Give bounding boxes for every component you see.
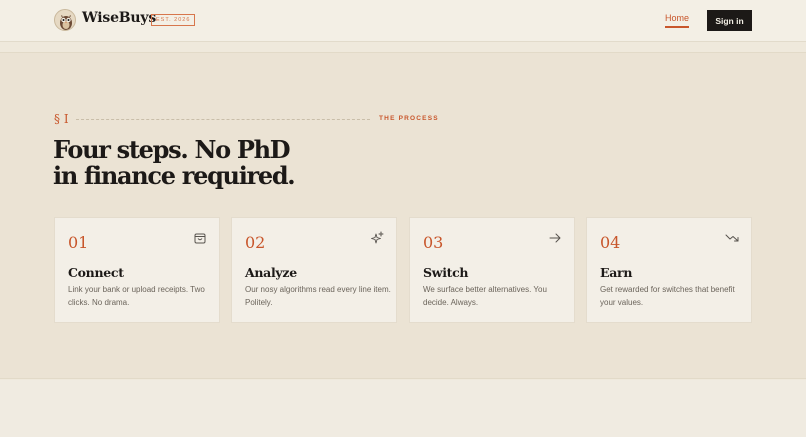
headline-line-2: in finance required. xyxy=(53,161,296,190)
trending-down-icon xyxy=(725,234,739,242)
active-nav-underline xyxy=(665,26,689,28)
step-title: Analyze xyxy=(245,265,297,280)
brand-name[interactable]: WiseBuys xyxy=(82,10,156,26)
step-description: Get rewarded for switches that benefit y… xyxy=(600,285,735,307)
nav-link-home[interactable]: Home xyxy=(665,13,689,23)
step-card-connect: 01 Connect Link your bank or upload rece… xyxy=(54,217,220,323)
section-divider xyxy=(76,119,370,120)
section-headline: Four steps. No PhD in finance required. xyxy=(53,137,373,189)
owl-logo-icon[interactable] xyxy=(54,9,76,31)
step-description: We surface better alternatives. You deci… xyxy=(423,285,547,307)
step-title: Switch xyxy=(423,265,469,280)
step-title: Earn xyxy=(600,265,633,280)
step-number: 01 xyxy=(68,233,89,252)
step-title: Connect xyxy=(68,265,124,280)
step-number: 02 xyxy=(245,233,266,252)
step-description: Our nosy algorithms read every line item… xyxy=(245,285,391,307)
next-section-band xyxy=(0,380,806,437)
step-description: Link your bank or upload receipts. Two c… xyxy=(68,285,205,307)
section-label: THE PROCESS xyxy=(379,115,439,122)
headline-line-1: Four steps. No PhD xyxy=(53,135,291,164)
step-card-switch: 03 Switch We surface better alternatives… xyxy=(409,217,575,323)
top-nav-bar: WiseBuys EST. 2026 Home Sign in xyxy=(0,0,806,42)
step-number: 04 xyxy=(600,233,621,252)
shopping-bag-icon xyxy=(194,233,206,244)
section-number: § I xyxy=(54,112,69,126)
established-badge: EST. 2026 xyxy=(151,14,196,26)
step-card-analyze: 02 Analyze Our nosy algorithms read ever… xyxy=(231,217,397,323)
sign-in-button[interactable]: Sign in xyxy=(707,10,752,31)
process-section xyxy=(0,52,806,379)
sparkles-icon xyxy=(371,231,384,244)
step-number: 03 xyxy=(423,233,444,252)
arrow-right-icon xyxy=(549,233,561,243)
step-card-earn: 04 Earn Get rewarded for switches that b… xyxy=(586,217,752,323)
